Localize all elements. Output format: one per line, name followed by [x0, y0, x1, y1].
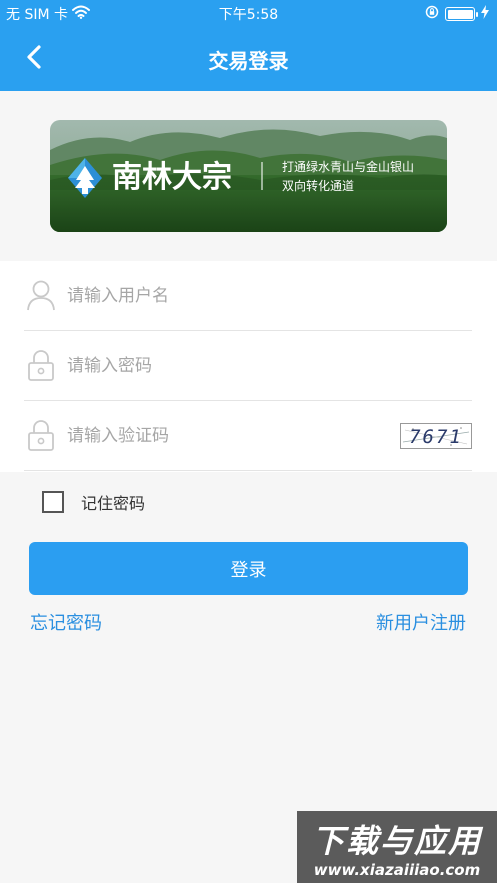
password-input[interactable] [67, 351, 387, 381]
brand-banner: 南林大宗 打通绿水青山与金山银山 双向转化通道 [50, 120, 447, 232]
status-time: 下午5:58 [218, 7, 279, 23]
watermark-url: www.xiazaiiiao.com [313, 861, 481, 879]
user-icon [26, 279, 56, 311]
forgot-password-link[interactable]: 忘记密码 [30, 609, 102, 635]
lock-icon [26, 349, 56, 381]
login-button[interactable]: 登录 [29, 542, 468, 595]
captcha-image[interactable]: 7671 [400, 423, 472, 449]
username-input[interactable] [67, 281, 387, 311]
page-title: 交易登录 [208, 49, 289, 73]
password-field [24, 331, 472, 401]
app-header: 无 SIM 卡 下午5:58 交易登录 [0, 0, 497, 91]
battery-level [447, 9, 473, 19]
captcha-text: 7671 [409, 426, 463, 448]
banner-tagline-1: 打通绿水青山与金山银山 [282, 159, 414, 174]
remember-password[interactable]: 记住密码 [42, 490, 145, 514]
charging-icon [481, 5, 489, 23]
login-form: 7671 [0, 261, 497, 472]
register-link[interactable]: 新用户注册 [376, 609, 466, 635]
lock-icon [26, 419, 56, 451]
username-field [24, 261, 472, 331]
battery-icon [445, 7, 478, 21]
remember-label: 记住密码 [81, 494, 146, 513]
rotation-lock-icon [425, 5, 439, 23]
remember-checkbox[interactable] [42, 491, 64, 513]
captcha-input[interactable] [67, 421, 387, 451]
status-bar: 无 SIM 卡 下午5:58 [0, 0, 497, 26]
watermark-title: 下载与应用 [311, 822, 482, 860]
banner-tagline-2: 双向转化通道 [282, 178, 354, 193]
status-right [425, 5, 489, 23]
brand-name: 南林大宗 [112, 160, 232, 195]
captcha-field: 7671 [24, 401, 472, 471]
watermark: 下载与应用 www.xiazaiiiao.com [297, 811, 497, 883]
